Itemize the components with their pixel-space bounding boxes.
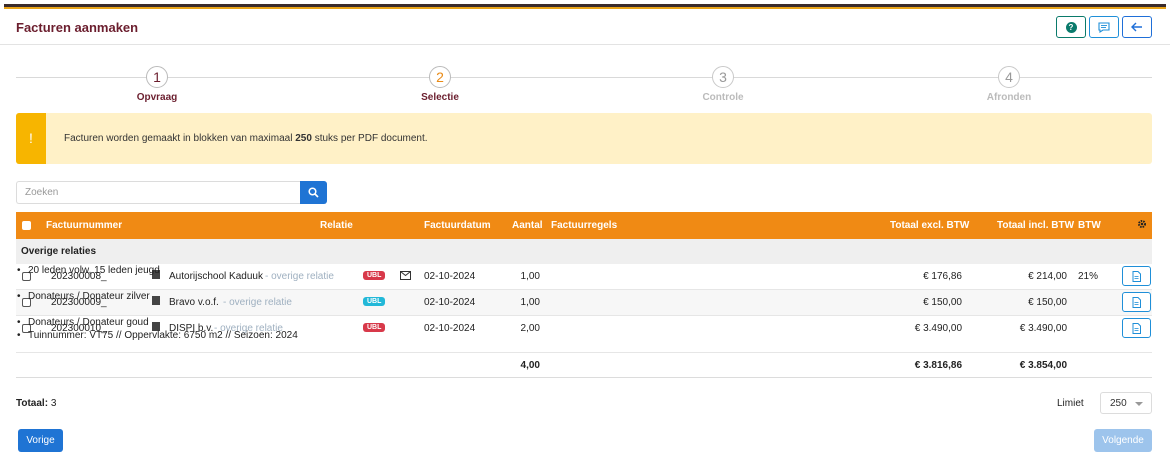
step-label: Afronden	[986, 92, 1032, 103]
step-afronden: 4 Afronden	[949, 66, 1069, 103]
step-number: 2	[429, 66, 451, 88]
col-relatie[interactable]: Relatie	[320, 220, 353, 231]
chat-icon	[1098, 21, 1110, 33]
search-input[interactable]	[16, 181, 300, 204]
table-row: 202300010_ DISPI b.v. - overige relatie …	[16, 316, 1152, 353]
limiet-select[interactable]: 250	[1100, 392, 1152, 414]
limiet-value: 250	[1110, 398, 1127, 409]
table-footer: 4,00 € 3.816,86 € 3.854,00	[16, 353, 1152, 378]
step-number: 4	[998, 66, 1020, 88]
invoice-preview-button[interactable]	[1122, 318, 1151, 338]
page-header: Facturen aanmaken ?	[0, 10, 1170, 45]
document-icon	[1132, 296, 1141, 308]
totaal-incl-cell: € 150,00	[1028, 297, 1067, 308]
back-button[interactable]	[1122, 16, 1152, 38]
step-number: 3	[712, 66, 734, 88]
col-btw[interactable]: BTW	[1078, 220, 1101, 231]
col-factuurnummer[interactable]: Factuurnummer	[46, 220, 122, 231]
limiet-label: Limiet	[1057, 398, 1084, 409]
help-icon: ?	[1065, 21, 1077, 33]
feedback-button[interactable]	[1089, 16, 1119, 38]
arrow-left-icon	[1131, 22, 1142, 32]
col-factuurregels[interactable]: Factuurregels	[551, 220, 617, 231]
invoice-preview-button[interactable]	[1122, 266, 1151, 286]
alert-message: Facturen worden gemaakt in blokken van m…	[64, 133, 428, 144]
footer-totaal-incl: € 3.854,00	[1019, 360, 1067, 371]
step-number: 1	[146, 66, 168, 88]
next-button[interactable]: Volgende	[1094, 429, 1152, 452]
warning-icon: !	[16, 113, 46, 164]
btw-cell: 21%	[1078, 271, 1099, 282]
step-opvraag[interactable]: 1 Opvraag	[97, 66, 217, 103]
totaal-incl-cell: € 214,00	[1028, 271, 1067, 282]
table-row: 202300008_ Autorijschool Kaduuk - overig…	[16, 264, 1152, 290]
step-label: Selectie	[421, 92, 459, 103]
page-title: Facturen aanmaken	[16, 20, 139, 35]
table-row: 202300009_ Bravo v.o.f. - overige relati…	[16, 290, 1152, 316]
previous-button[interactable]: Vorige	[18, 429, 63, 452]
document-icon	[1132, 322, 1141, 334]
search-button[interactable]	[300, 181, 327, 204]
help-button[interactable]: ?	[1056, 16, 1086, 38]
gear-icon[interactable]	[1137, 219, 1147, 232]
totaal-excl-cell: € 176,86	[923, 271, 962, 282]
wizard-steps: 1 Opvraag 2 Selectie 3 Controle 4 Afrond…	[16, 66, 1152, 106]
col-totaal-excl[interactable]: Totaal excl. BTW	[890, 220, 969, 231]
invoice-preview-button[interactable]	[1122, 292, 1151, 312]
totaal-incl-cell: € 3.490,00	[1019, 323, 1067, 334]
top-accent-bar	[0, 0, 1170, 10]
col-aantal[interactable]: Aantal	[512, 220, 543, 231]
step-label: Controle	[702, 92, 744, 103]
col-factuurdatum[interactable]: Factuurdatum	[424, 220, 491, 231]
totaal-excl-cell: € 3.490,00	[914, 323, 962, 334]
step-selectie[interactable]: 2 Selectie	[380, 66, 500, 103]
document-icon	[1132, 270, 1141, 282]
select-all-checkbox[interactable]	[22, 221, 31, 230]
search-icon	[308, 187, 319, 198]
chevron-down-icon	[1135, 402, 1143, 406]
step-controle: 3 Controle	[663, 66, 783, 103]
totaal-excl-cell: € 150,00	[923, 297, 962, 308]
group-header: Overige relaties	[16, 239, 1152, 264]
table-header: Factuurnummer Relatie Factuurdatum Aanta…	[16, 212, 1152, 239]
col-totaal-incl[interactable]: Totaal incl. BTW	[997, 220, 1074, 231]
footer-aantal: 4,00	[520, 360, 540, 371]
step-label: Opvraag	[136, 92, 178, 103]
info-alert: ! Facturen worden gemaakt in blokken van…	[16, 113, 1152, 164]
footer-totaal-excl: € 3.816,86	[914, 360, 962, 371]
total-count: Totaal: 3	[16, 398, 57, 409]
